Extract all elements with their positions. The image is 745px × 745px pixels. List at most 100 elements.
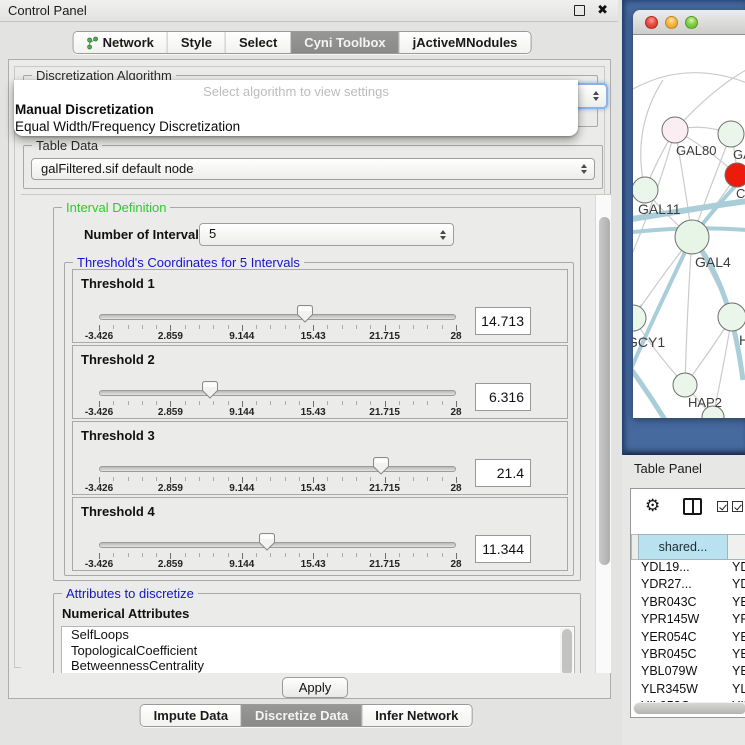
minimize-traffic-light-icon[interactable] <box>665 16 678 29</box>
tab-style[interactable]: Style <box>167 32 225 53</box>
checkbox-icon[interactable] <box>732 501 743 512</box>
network-node[interactable] <box>673 373 697 397</box>
slider-scale-label: -3.426 <box>85 483 113 494</box>
gear-icon[interactable]: ⚙ <box>645 496 660 516</box>
split-columns-icon[interactable] <box>683 498 702 515</box>
slider-scale-label: 2.859 <box>158 483 183 494</box>
threshold-slider-thumb[interactable] <box>259 533 275 551</box>
cell-shared-name[interactable]: YBR045C <box>631 647 728 664</box>
control-panel-titlebar: Control Panel ✖ <box>0 0 618 22</box>
threshold-slider-track[interactable] <box>99 542 456 548</box>
algorithm-option-manual-discretization[interactable]: Manual Discretization <box>15 102 154 117</box>
table-row[interactable]: YLR345WYLR3 <box>631 682 745 699</box>
close-traffic-light-icon[interactable] <box>645 16 658 29</box>
network-edge-thick[interactable] <box>633 361 667 418</box>
numerical-attributes-list[interactable]: SelfLoopsTopologicalCoefficientBetweenne… <box>61 626 575 673</box>
table-row[interactable]: YPR145WYPR1 <box>631 612 745 629</box>
network-node[interactable] <box>633 177 658 203</box>
slider-scale-label: 2.859 <box>158 407 183 418</box>
attributes-scrollbar-thumb[interactable] <box>562 629 572 673</box>
table-row[interactable]: YBR043CYBR0 <box>631 595 745 612</box>
cell-shared-name[interactable]: YLR345W <box>631 682 728 699</box>
cell-shared-name[interactable]: YBL079W <box>631 664 728 681</box>
settings-scrollbar[interactable] <box>595 195 611 673</box>
threshold-slider-thumb[interactable] <box>297 305 313 323</box>
settings-scrollbar-thumb[interactable] <box>599 217 610 565</box>
threshold-label: Threshold 1 <box>81 276 155 291</box>
threshold-slider-track[interactable] <box>99 466 456 472</box>
attribute-item-topologicalcoefficient[interactable]: TopologicalCoefficient <box>62 643 574 659</box>
tab-select[interactable]: Select <box>225 32 290 53</box>
application-window: Control Panel ✖ Network StyleSelectCyni T… <box>0 0 745 745</box>
checkbox-icon[interactable] <box>717 501 728 512</box>
column-header-shared-name[interactable]: shared... <box>638 534 728 560</box>
cell-name[interactable]: YER0 <box>728 630 745 647</box>
network-edge[interactable] <box>675 60 745 130</box>
threshold-slider-thumb[interactable] <box>373 457 389 475</box>
network-node[interactable] <box>718 121 744 147</box>
threshold-value-field[interactable]: 14.713 <box>475 307 531 335</box>
attributes-scrollbar[interactable] <box>560 628 573 673</box>
table-data-combo[interactable]: galFiltered.sif default node <box>31 158 595 180</box>
tab-jactivemnodules[interactable]: jActiveMNodules <box>399 32 531 53</box>
network-node[interactable] <box>633 305 646 331</box>
bottom-tab-discretize-data[interactable]: Discretize Data <box>241 705 361 726</box>
table-row[interactable]: YBR045CYBR0 <box>631 647 745 664</box>
table-row[interactable]: YDR27...YDR2 <box>631 577 745 594</box>
cell-name[interactable]: YPR1 <box>728 612 745 629</box>
algorithm-option-equal-width-frequency-discretization[interactable]: Equal Width/Frequency Discretization <box>15 119 240 134</box>
network-window: GAL80GACGAL11GAL4GCY1HHAP2 <box>633 10 745 418</box>
combo-arrows-icon <box>440 230 446 240</box>
table-row[interactable]: YBL079WYBL0 <box>631 664 745 681</box>
table-hscrollbar-thumb[interactable] <box>634 703 745 714</box>
tab-label: Network <box>103 35 154 50</box>
zoom-traffic-light-icon[interactable] <box>685 16 698 29</box>
slider-scale-label: 9.144 <box>229 483 254 494</box>
network-edge[interactable] <box>633 73 745 95</box>
attribute-items: SelfLoopsTopologicalCoefficientBetweenne… <box>62 627 574 673</box>
threshold-slider-track[interactable] <box>99 390 456 396</box>
cell-shared-name[interactable]: YDL19... <box>631 560 728 577</box>
table-row[interactable]: YDL19...YDL1 <box>631 560 745 577</box>
network-edge[interactable] <box>685 237 692 385</box>
slider-scale-label: -3.426 <box>85 407 113 418</box>
bottom-tab-infer-network[interactable]: Infer Network <box>361 705 471 726</box>
attribute-item-betweennesscentrality[interactable]: BetweennessCentrality <box>62 658 574 673</box>
slider-scale-label: 28 <box>450 331 461 342</box>
network-node[interactable] <box>718 303 745 331</box>
settings-scroll-area: Interval Definition Number of Intervals … <box>21 194 611 673</box>
column-header-name[interactable]: n <box>728 534 745 560</box>
tab-cyni-toolbox[interactable]: Cyni Toolbox <box>290 32 398 53</box>
cell-shared-name[interactable]: YPR145W <box>631 612 728 629</box>
cell-name[interactable]: YDL1 <box>728 560 745 577</box>
network-node[interactable] <box>675 220 709 254</box>
threshold-slider-track[interactable] <box>99 314 456 320</box>
attribute-item-selfloops[interactable]: SelfLoops <box>62 627 574 643</box>
cell-shared-name[interactable]: YDR27... <box>631 577 728 594</box>
combo-arrows-icon <box>581 164 587 174</box>
threshold-value-field[interactable]: 11.344 <box>475 535 531 563</box>
table-row[interactable]: YER054CYER0 <box>631 630 745 647</box>
cell-name[interactable]: YBL0 <box>728 664 745 681</box>
number-of-intervals-label: Number of Intervals <box>84 227 206 242</box>
close-icon[interactable]: ✖ <box>597 2 608 18</box>
network-node[interactable] <box>662 117 688 143</box>
apply-button[interactable]: Apply <box>282 677 348 698</box>
cell-name[interactable]: YDR2 <box>728 577 745 594</box>
table-hscrollbar[interactable] <box>633 702 745 714</box>
threshold-slider-thumb[interactable] <box>202 381 218 399</box>
float-window-icon[interactable] <box>574 5 585 16</box>
network-canvas[interactable]: GAL80GACGAL11GAL4GCY1HHAP2 <box>633 35 745 418</box>
tab-network[interactable]: Network <box>74 32 167 53</box>
bottom-tab-impute-data[interactable]: Impute Data <box>141 705 241 726</box>
cell-name[interactable]: YLR3 <box>728 682 745 699</box>
cell-shared-name[interactable]: YBR043C <box>631 595 728 612</box>
network-node-selected[interactable] <box>725 163 745 187</box>
number-of-intervals-combo[interactable]: 5 <box>199 223 454 246</box>
threshold-value-field[interactable]: 21.4 <box>475 459 531 487</box>
cell-shared-name[interactable]: YER054C <box>631 630 728 647</box>
cell-name[interactable]: YBR0 <box>728 647 745 664</box>
threshold-value-field[interactable]: 6.316 <box>475 383 531 411</box>
cyni-toolbox-panel: Discretization Algorithm Table Data galF… <box>8 59 611 699</box>
cell-name[interactable]: YBR0 <box>728 595 745 612</box>
